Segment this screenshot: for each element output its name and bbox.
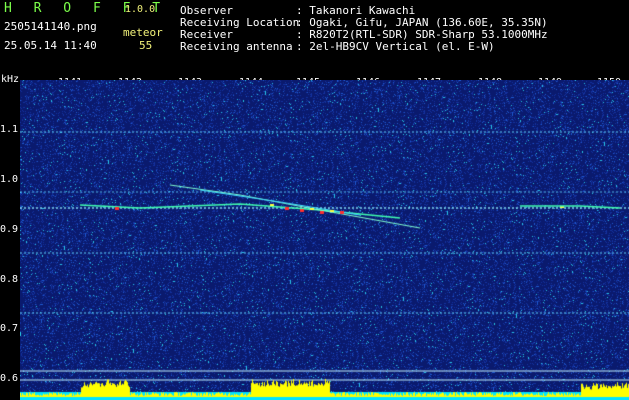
antenna-label: Receiving antenna <box>180 40 293 53</box>
filename-label: 2505141140.png <box>4 20 97 33</box>
axis-unit-label: kHz <box>1 74 20 85</box>
meteor-count: 55 <box>139 39 153 52</box>
antenna-value: : 2el-HB9CV Vertical (el. E-W) <box>296 40 495 53</box>
meteor-label: meteor <box>123 26 163 39</box>
y-tick-1-1: 1.1 <box>0 124 19 135</box>
y-tick-0-7: 0.7 <box>0 323 19 334</box>
version-label: 1.0.0 <box>125 4 156 15</box>
spectrogram-canvas <box>20 80 629 400</box>
datetime-label: 25.05.14 11:40 <box>4 39 97 52</box>
y-tick-1-0: 1.0 <box>0 174 19 185</box>
y-tick-0-8: 0.8 <box>0 274 19 285</box>
y-tick-0-9: 0.9 <box>0 224 19 235</box>
y-tick-0-6: 0.6 <box>0 373 19 384</box>
